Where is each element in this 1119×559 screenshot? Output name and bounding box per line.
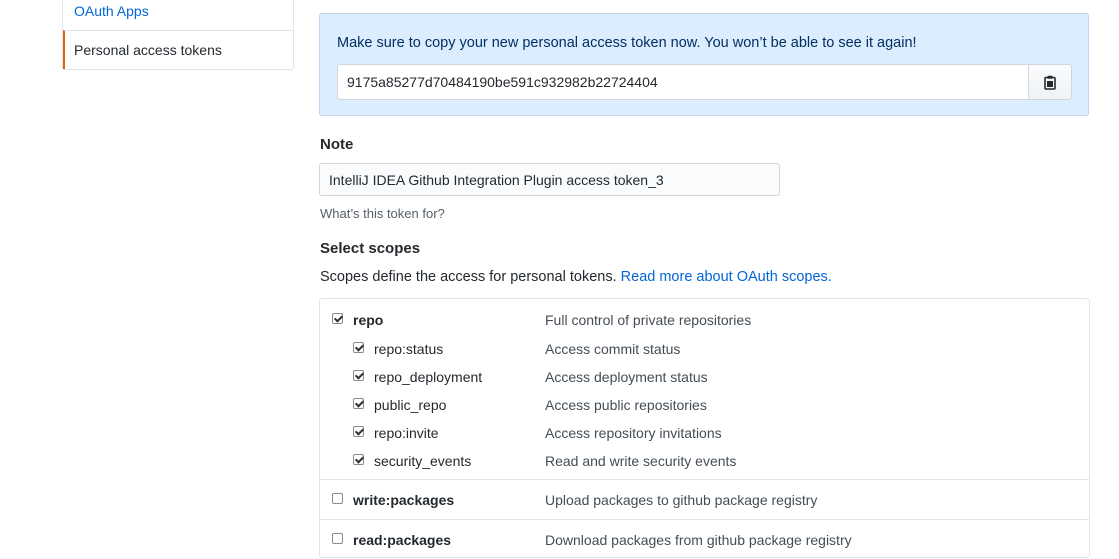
scope-name-write-packages: write:packages <box>353 492 455 508</box>
clipboard-icon <box>1044 75 1056 90</box>
scope-desc-repo-invite: Access repository invitations <box>545 425 722 441</box>
scope-checkbox-repo-deployment[interactable] <box>353 370 364 381</box>
token-value-field[interactable]: 9175a85277d70484190be591c932982b22724404 <box>337 64 1029 100</box>
scope-checkbox-repo-status[interactable] <box>353 342 364 353</box>
new-token-flash: Make sure to copy your new personal acce… <box>319 13 1089 116</box>
scope-desc-write-packages: Upload packages to github package regist… <box>545 492 818 508</box>
scopes-description: Scopes define the access for personal to… <box>320 269 832 285</box>
scope-group-read-packages: read:packages Download packages from git… <box>320 519 1089 559</box>
scope-name-repo-deployment: repo_deployment <box>374 369 483 385</box>
scope-name-read-packages: read:packages <box>353 532 452 548</box>
sidebar-item-personal-access-tokens[interactable]: Personal access tokens <box>63 30 293 69</box>
scope-checkbox-security-events[interactable] <box>353 454 364 465</box>
note-label: Note <box>320 136 354 153</box>
scope-desc-public-repo: Access public repositories <box>545 397 707 413</box>
scope-desc-repo-deployment: Access deployment status <box>545 369 708 385</box>
select-scopes-label: Select scopes <box>320 240 421 257</box>
scope-group-write-packages: write:packages Upload packages to github… <box>320 479 1089 519</box>
scope-checkbox-repo-invite[interactable] <box>353 426 364 437</box>
scope-group-repo: repo Full control of private repositorie… <box>320 299 1089 479</box>
scopes-description-text: Scopes define the access for personal to… <box>320 269 617 285</box>
scope-desc-repo: Full control of private repositories <box>545 312 752 328</box>
scope-name-repo-status: repo:status <box>374 341 444 357</box>
flash-message: Make sure to copy your new personal acce… <box>337 35 917 51</box>
scope-desc-read-packages: Download packages from github package re… <box>545 532 852 548</box>
scope-name-repo: repo <box>353 312 384 328</box>
scope-checkbox-read-packages[interactable] <box>332 533 343 544</box>
scope-desc-security-events: Read and write security events <box>545 453 737 469</box>
scope-checkbox-repo[interactable] <box>332 313 343 324</box>
scope-checkbox-public-repo[interactable] <box>353 398 364 409</box>
copy-token-button[interactable] <box>1028 64 1072 100</box>
note-input[interactable] <box>319 163 780 196</box>
scope-checkbox-write-packages[interactable] <box>332 493 343 504</box>
scope-name-repo-invite: repo:invite <box>374 425 439 441</box>
scopes-table: repo Full control of private repositorie… <box>319 298 1090 558</box>
sidebar-item-oauth-apps[interactable]: OAuth Apps <box>63 0 293 30</box>
note-hint: What’s this token for? <box>320 206 445 221</box>
scope-name-public-repo: public_repo <box>374 397 447 413</box>
scope-desc-repo-status: Access commit status <box>545 341 681 357</box>
settings-sidebar: OAuth Apps Personal access tokens <box>62 0 294 70</box>
scope-name-security-events: security_events <box>374 453 472 469</box>
token-display: 9175a85277d70484190be591c932982b22724404 <box>337 64 1072 100</box>
oauth-scopes-link[interactable]: Read more about OAuth scopes. <box>621 269 832 285</box>
